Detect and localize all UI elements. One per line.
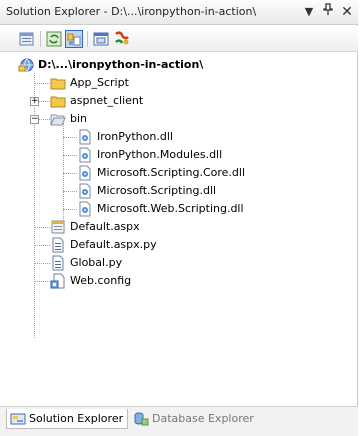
solution-explorer-icon <box>10 413 26 425</box>
database-explorer-icon <box>134 412 149 426</box>
tree-item-label: Microsoft.Web.Scripting.dll <box>97 202 244 215</box>
dll-icon <box>79 201 91 217</box>
dll-icon <box>79 129 91 145</box>
dll-icon <box>79 147 91 163</box>
config-file-icon <box>50 273 65 289</box>
tree-connector <box>39 119 50 120</box>
solution-explorer-panel: Solution Explorer - D:\...\ironpython-in… <box>0 0 358 436</box>
tree-connector <box>63 123 64 229</box>
tree-connector <box>34 263 50 264</box>
tree-root-label: D:\...\ironpython-in-action\ <box>38 58 204 71</box>
show-all-files-button[interactable] <box>65 30 83 48</box>
tree-item-label: Default.aspx <box>70 220 140 233</box>
view-designer-icon <box>93 32 109 46</box>
ironpython-icon <box>115 31 129 45</box>
tree-connector <box>63 173 77 174</box>
pin-icon[interactable] <box>320 3 336 21</box>
tree-item-label: IronPython.dll <box>97 130 173 143</box>
web-project-icon <box>18 58 34 72</box>
tree-item-label: Microsoft.Scripting.Core.dll <box>97 166 246 179</box>
toolbar-separator <box>40 31 41 47</box>
dll-icon <box>79 183 91 199</box>
solution-tree: D:\...\ironpython-in-action\ App_Script … <box>0 53 358 403</box>
title-bar: Solution Explorer - D:\...\ironpython-in… <box>0 0 358 25</box>
tree-connector <box>34 227 50 228</box>
properties-icon <box>19 32 34 46</box>
window-title: Solution Explorer - D:\...\ironpython-in… <box>6 5 257 18</box>
tab-solution-explorer[interactable]: Solution Explorer <box>6 409 128 429</box>
tab-label: Solution Explorer <box>29 412 124 425</box>
toolbar <box>0 26 358 52</box>
tree-connector <box>63 137 77 138</box>
tree-item-label: Microsoft.Scripting.dll <box>97 184 217 197</box>
tab-database-explorer[interactable]: Database Explorer <box>130 409 266 429</box>
view-designer-button[interactable] <box>92 30 110 48</box>
tree-connector <box>34 245 50 246</box>
tree-item-label: bin <box>70 112 88 125</box>
panel-tabs: Solution Explorer Database Explorer <box>0 406 358 436</box>
tree-item-label: Default.aspx.py <box>70 238 157 251</box>
toolbar-separator <box>87 31 88 47</box>
tab-label: Database Explorer <box>152 412 254 425</box>
tree-item-label: IronPython.Modules.dll <box>97 148 223 161</box>
refresh-button[interactable] <box>45 30 63 48</box>
chevron-down-icon[interactable]: ▼ <box>301 3 317 21</box>
folder-icon <box>50 78 66 90</box>
tree-item-label: Global.py <box>70 256 123 269</box>
close-icon[interactable]: ✕ <box>339 3 355 21</box>
folder-icon <box>50 96 66 108</box>
refresh-icon <box>46 31 62 47</box>
tree-connector <box>39 101 50 102</box>
tree-connector <box>63 209 77 210</box>
open-folder-icon <box>50 114 66 126</box>
dll-icon <box>79 165 91 181</box>
tree-connector <box>34 281 50 282</box>
properties-button[interactable] <box>18 30 36 48</box>
tree-item-label: aspnet_client <box>70 94 144 107</box>
tree-connector <box>63 155 77 156</box>
tree-item-label: Web.config <box>70 274 132 287</box>
file-icon <box>52 237 64 253</box>
file-icon <box>52 255 64 271</box>
expand-toggle[interactable]: + <box>30 97 39 106</box>
tree-connector <box>63 191 77 192</box>
ironpython-button[interactable] <box>113 30 131 48</box>
tree-item-label: App_Script <box>70 76 129 89</box>
collapse-toggle[interactable]: − <box>30 115 39 124</box>
tree-connector <box>34 73 35 338</box>
aspx-file-icon <box>51 220 65 234</box>
tree-connector <box>34 83 50 84</box>
show-all-files-icon <box>67 33 81 46</box>
